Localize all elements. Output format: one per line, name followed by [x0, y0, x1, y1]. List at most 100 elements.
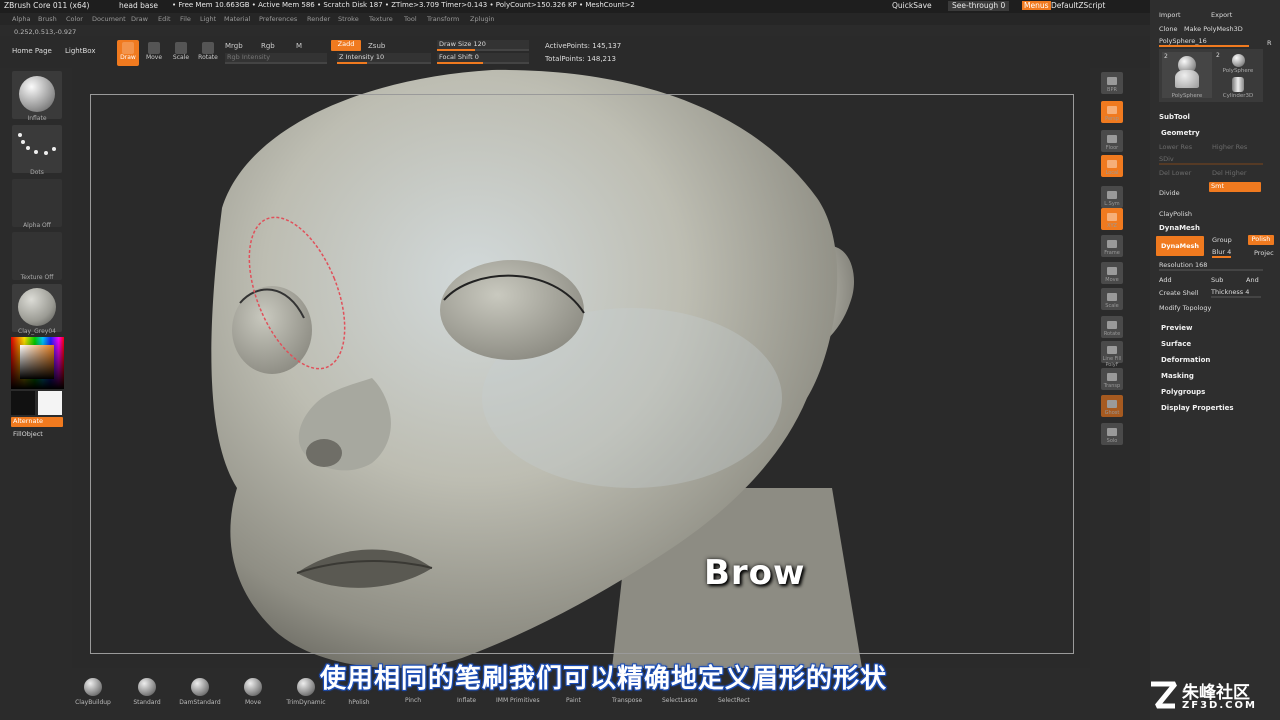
higher-res-button[interactable]: Higher Res — [1212, 143, 1247, 151]
group-toggle[interactable]: Group — [1212, 236, 1232, 244]
make-polymesh-button[interactable]: Make PolyMesh3D — [1184, 25, 1243, 33]
thickness-slider[interactable]: Thickness 4 — [1211, 288, 1261, 298]
create-shell-button[interactable]: Create Shell — [1159, 289, 1199, 297]
resolution-slider[interactable]: Resolution 168 — [1159, 261, 1263, 271]
shelf-item-selectlasso[interactable]: SelectLasso — [662, 697, 697, 704]
menu-item-document[interactable]: Document — [92, 15, 126, 23]
export-button[interactable]: Export — [1211, 11, 1232, 19]
brush-standard[interactable]: Standard — [122, 678, 172, 706]
add-button[interactable]: Add — [1159, 276, 1172, 284]
main-color-swatch[interactable] — [11, 391, 35, 415]
brush-damstandard[interactable]: DamStandard — [175, 678, 225, 706]
dynamesh-button[interactable]: DynaMesh — [1156, 236, 1204, 256]
menu-item-render[interactable]: Render — [307, 15, 330, 23]
z-intensity-slider[interactable]: Z Intensity 10 — [337, 53, 431, 64]
lower-res-button[interactable]: Lower Res — [1159, 143, 1192, 151]
clone-button[interactable]: Clone — [1159, 25, 1177, 33]
shelf-item-selectrect[interactable]: SelectRect — [718, 697, 750, 704]
draw-mode-button[interactable]: Draw — [117, 40, 139, 66]
subtool-section[interactable]: SubTool — [1159, 113, 1190, 121]
texture-selector[interactable] — [12, 232, 62, 280]
draw-size-slider[interactable]: Draw Size 120 — [437, 40, 529, 51]
xyz-label: XYZ — [1107, 223, 1117, 229]
menu-item-brush[interactable]: Brush — [38, 15, 57, 23]
zadd-button[interactable]: Zadd — [331, 40, 361, 51]
and-button[interactable]: And — [1246, 276, 1259, 284]
material-selector[interactable] — [12, 284, 62, 332]
move-mode-button[interactable]: Move — [143, 40, 165, 66]
menu-item-zplugin[interactable]: Zplugin — [470, 15, 495, 23]
menu-item-preferences[interactable]: Preferences — [259, 15, 297, 23]
shelf-item-inflate[interactable]: Inflate — [457, 697, 476, 704]
stroke-selector[interactable] — [12, 125, 62, 173]
canvas-viewport[interactable] — [72, 68, 1090, 668]
zscript-label[interactable]: DefaultZScript — [1051, 1, 1105, 10]
current-tool-slider[interactable]: PolySphere_16 — [1159, 37, 1249, 47]
brush-label: Standard — [133, 699, 161, 706]
display-properties-section[interactable]: Display Properties — [1161, 404, 1234, 412]
menu-item-color[interactable]: Color — [66, 15, 83, 23]
menu-item-file[interactable]: File — [180, 15, 191, 23]
mrgb-button[interactable]: Mrgb — [225, 42, 243, 50]
menu-item-stroke[interactable]: Stroke — [338, 15, 359, 23]
color-saturation-square[interactable] — [20, 345, 54, 379]
brush-selector[interactable] — [12, 71, 62, 119]
zsub-button[interactable]: Zsub — [368, 42, 385, 50]
smt-toggle[interactable]: Smt — [1209, 182, 1261, 192]
shelf-item-imm-primitives[interactable]: IMM Primitives — [496, 697, 540, 704]
rgb-button[interactable]: Rgb — [261, 42, 275, 50]
seethrough-slider[interactable]: See-through 0 — [948, 1, 1010, 11]
lightbox-button[interactable]: LightBox — [65, 47, 95, 55]
scale-mode-button[interactable]: Scale — [170, 40, 192, 66]
color-picker[interactable] — [11, 337, 64, 389]
fillobject-button[interactable]: FillObject — [13, 430, 43, 438]
polish-toggle[interactable]: Polish — [1248, 235, 1274, 245]
r-button[interactable]: R — [1267, 39, 1272, 47]
tool-thumb-polysphere-2[interactable]: 2 PolySphere — [1215, 52, 1261, 74]
menu-item-texture[interactable]: Texture — [369, 15, 393, 23]
brush-move[interactable]: Move — [228, 678, 278, 706]
menu-item-alpha[interactable]: Alpha — [12, 15, 30, 23]
blur-slider[interactable]: Blur 4 — [1212, 248, 1232, 258]
divide-button[interactable]: Divide — [1159, 189, 1180, 197]
import-button[interactable]: Import — [1159, 11, 1181, 19]
menu-item-edit[interactable]: Edit — [158, 15, 171, 23]
shelf-item-paint[interactable]: Paint — [566, 697, 581, 704]
draw-size-label: Draw Size 120 — [439, 40, 486, 48]
polygroups-section[interactable]: Polygroups — [1161, 388, 1205, 396]
home-page-button[interactable]: Home Page — [12, 47, 52, 55]
menu-item-light[interactable]: Light — [200, 15, 216, 23]
menu-item-draw[interactable]: Draw — [131, 15, 148, 23]
deformation-section[interactable]: Deformation — [1161, 356, 1210, 364]
geometry-section[interactable]: Geometry — [1161, 129, 1200, 137]
preview-section[interactable]: Preview — [1161, 324, 1193, 332]
menus-button[interactable]: Menus — [1022, 1, 1051, 10]
menu-item-tool[interactable]: Tool — [404, 15, 417, 23]
alternate-button[interactable]: Alternate — [11, 417, 63, 427]
del-higher-button[interactable]: Del Higher — [1212, 169, 1247, 177]
tool-panel: Import Export Clone Make PolyMesh3D Poly… — [1150, 0, 1280, 720]
focal-shift-slider[interactable]: Focal Shift 0 — [437, 53, 529, 64]
menu-item-transform[interactable]: Transform — [427, 15, 459, 23]
quicksave-button[interactable]: QuickSave — [892, 1, 932, 10]
surface-section[interactable]: Surface — [1161, 340, 1191, 348]
tool-thumb-cylinder[interactable]: Cylinder3D — [1215, 75, 1261, 99]
del-lower-button[interactable]: Del Lower — [1159, 169, 1191, 177]
tool-thumb-polysphere[interactable]: 2 PolySphere — [1162, 52, 1212, 99]
modify-topology-section[interactable]: Modify Topology — [1159, 304, 1211, 312]
menu-item-material[interactable]: Material — [224, 15, 250, 23]
claypolish-section[interactable]: ClayPolish — [1159, 210, 1192, 218]
rgb-intensity-slider[interactable]: Rgb Intensity — [225, 53, 327, 64]
sub-button[interactable]: Sub — [1211, 276, 1223, 284]
sdiv-slider[interactable]: SDiv — [1159, 155, 1263, 165]
shelf-item-pinch[interactable]: Pinch — [405, 697, 421, 704]
masking-section[interactable]: Masking — [1161, 372, 1194, 380]
project-toggle[interactable]: Projec — [1254, 249, 1274, 257]
shelf-item-transpose[interactable]: Transpose — [612, 697, 642, 704]
m-button[interactable]: M — [296, 42, 302, 50]
brush-claybuildup[interactable]: ClayBuildup — [68, 678, 118, 706]
rotate-mode-button[interactable]: Rotate — [197, 40, 219, 66]
dynamesh-section[interactable]: DynaMesh — [1159, 224, 1200, 232]
alpha-selector[interactable] — [12, 179, 62, 227]
secondary-color-swatch[interactable] — [38, 391, 62, 415]
